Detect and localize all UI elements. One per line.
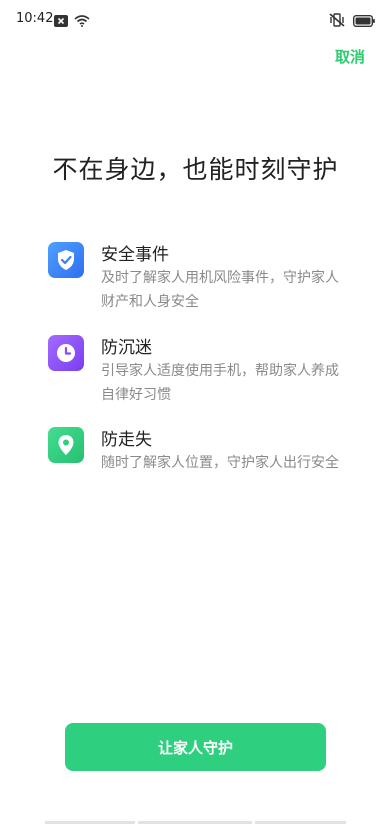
let-family-guard-button[interactable]: 让家人守护 (65, 723, 326, 771)
location-pin-icon (48, 427, 84, 463)
feature-title: 安全事件 (101, 245, 169, 265)
feature-desc: 及时了解家人用机风险事件，守护家人财产和人身安全 (101, 270, 339, 310)
status-bar: 10:42 (0, 0, 391, 40)
feature-title: 防沉迷 (101, 338, 152, 358)
nav-hint-segment (255, 821, 346, 824)
bottom-navigation-hint (45, 821, 346, 824)
close-box-icon (54, 12, 68, 31)
status-right-icons (329, 12, 375, 31)
clock-icon (48, 335, 84, 371)
feature-desc: 随时了解家人位置，守护家人出行安全 (101, 455, 339, 471)
status-left-icons (54, 12, 90, 31)
nav-hint-segment (45, 821, 135, 824)
vibrate-off-icon (329, 12, 345, 31)
status-time: 10:42 (16, 11, 54, 26)
feature-title: 防走失 (101, 430, 152, 450)
page-title: 不在身边，也能时刻守护 (52, 155, 339, 184)
battery-icon (352, 12, 375, 31)
nav-hint-segment (138, 821, 252, 824)
feature-desc: 引导家人适度使用手机，帮助家人养成自律好习惯 (101, 363, 339, 403)
wifi-icon (74, 12, 90, 31)
cancel-button[interactable]: 取消 (335, 46, 365, 67)
shield-check-icon (48, 242, 84, 278)
